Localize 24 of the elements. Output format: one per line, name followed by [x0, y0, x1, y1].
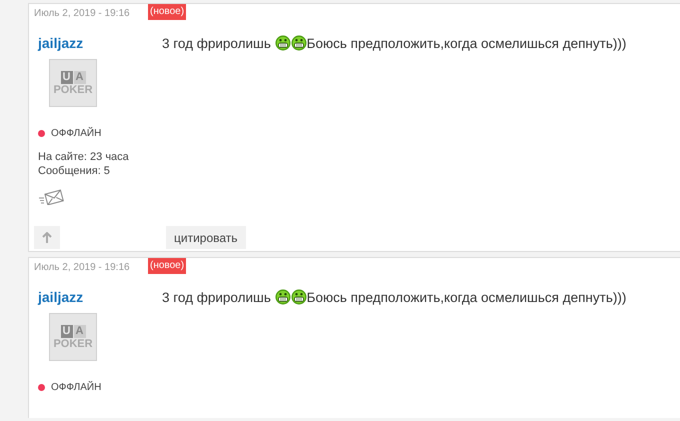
avatar-logo: U A POKER: [49, 59, 97, 107]
username[interactable]: jailjazz: [38, 35, 157, 51]
grin-emoji-icon: [274, 289, 291, 305]
message-text: 3 год фриролишь: [162, 290, 272, 304]
envelope-icon[interactable]: [38, 189, 64, 205]
grin-emoji-icon: [290, 35, 307, 51]
new-label: (новое): [148, 258, 186, 274]
avatar-logo: U A POKER: [49, 313, 97, 361]
message-text: 3 год фриролишь: [162, 36, 272, 50]
message-text: Боюсь предположить,когда осмелишься депнуть))): [306, 36, 626, 50]
message-text: Боюсь предположить,когда осмелишься депнуть))): [306, 290, 626, 304]
status-label: ОФФЛАЙН: [51, 382, 102, 393]
username[interactable]: jailjazz: [38, 289, 157, 305]
stat-line: На сайте: 23 часа: [38, 151, 130, 163]
post-date: Июль 2, 2019 - 19:16: [33, 262, 131, 273]
quote-button[interactable]: цитировать: [166, 226, 246, 249]
scroll-up-button[interactable]: [34, 226, 60, 249]
post-date: Июль 2, 2019 - 19:16: [33, 8, 131, 19]
grin-emoji-icon: [290, 289, 307, 305]
up-arrow-icon: [42, 232, 52, 243]
stat-line: Сообщения: 5: [38, 165, 111, 177]
grin-emoji-icon: [274, 35, 291, 51]
new-label: (новое): [148, 4, 186, 20]
status-label: ОФФЛАЙН: [51, 128, 102, 139]
